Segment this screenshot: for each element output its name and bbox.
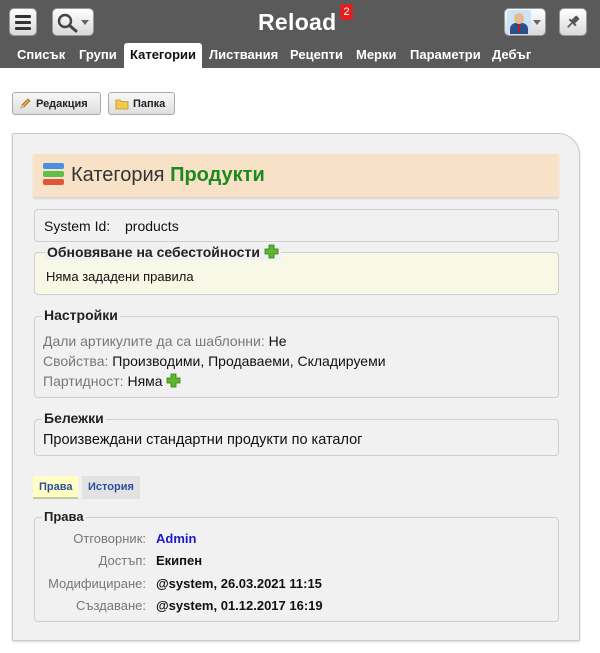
notes-text: Произвеждани стандартни продукти по ката…: [43, 432, 363, 448]
nav-item-categories[interactable]: Категории: [124, 43, 203, 68]
tab-rights[interactable]: Права: [33, 476, 79, 499]
edit-button[interactable]: Редакция: [12, 92, 101, 115]
hamburger-icon: [15, 14, 31, 18]
nav-item-recipes[interactable]: Рецепти: [290, 43, 343, 68]
chevron-down-icon: [81, 20, 89, 25]
category-stack-icon: [43, 163, 64, 185]
created-value: @system, 01.12.2017 16:19: [156, 598, 323, 613]
system-id-value: products: [125, 218, 179, 234]
search-icon: [57, 13, 78, 33]
settings-legend: Настройки: [42, 307, 120, 323]
nav-item-list[interactable]: Списък: [17, 43, 65, 68]
cost-update-text: Няма зададени правила: [46, 269, 194, 284]
tab-history[interactable]: История: [82, 476, 140, 499]
setting-template: Дали артикулите да са шаблонни: Не: [43, 333, 287, 349]
pin-icon: [567, 15, 580, 28]
owner-label: Отговорник:: [73, 531, 146, 546]
folder-button[interactable]: Папка: [108, 92, 175, 115]
add-batch-plus-icon[interactable]: [166, 373, 181, 388]
avatar: [507, 10, 531, 34]
search-button[interactable]: [52, 8, 94, 36]
modified-label: Модифициране:: [48, 576, 146, 591]
nav-item-measures[interactable]: Мерки: [356, 43, 397, 68]
access-value: Екипен: [156, 553, 203, 568]
edit-label: Редакция: [36, 97, 88, 110]
pin-button[interactable]: [559, 8, 587, 36]
system-id-box: System Id: products: [34, 209, 559, 242]
chevron-down-icon: [533, 20, 541, 25]
page-title: Категория Продукти: [71, 164, 265, 186]
cost-update-legend: Обновяване на себестойности: [45, 244, 281, 260]
app-title[interactable]: Reload: [258, 9, 336, 36]
nav-item-parameters[interactable]: Параметри: [410, 43, 481, 68]
main-nav: Списък Групи Категории Листвания Рецепти…: [0, 43, 600, 68]
rights-legend: Права: [42, 509, 86, 524]
user-menu-button[interactable]: [504, 8, 546, 36]
setting-properties: Свойства: Производими, Продаваеми, Склад…: [43, 353, 386, 369]
notes-legend: Бележки: [42, 410, 106, 426]
app-header: Reload 2: [0, 0, 600, 43]
modified-value: @system, 26.03.2021 11:15: [156, 576, 322, 591]
nav-item-groups[interactable]: Групи: [79, 43, 117, 68]
owner-link[interactable]: Admin: [156, 531, 196, 546]
notification-badge[interactable]: 2: [340, 4, 353, 20]
access-label: Достъп:: [98, 553, 146, 568]
nav-item-listings[interactable]: Листвания: [209, 43, 278, 68]
add-rule-plus-icon[interactable]: [264, 244, 279, 259]
setting-batch: Партидност: Няма: [43, 373, 181, 389]
folder-icon: [115, 99, 129, 109]
folder-label: Папка: [133, 97, 166, 110]
menu-button[interactable]: [9, 8, 37, 36]
nav-item-debug[interactable]: Дебъг: [492, 43, 531, 68]
category-header: Категория Продукти: [33, 154, 559, 197]
created-label: Създаване:: [75, 598, 146, 613]
system-id-label: System Id:: [44, 218, 111, 234]
pencil-icon: [20, 98, 31, 109]
